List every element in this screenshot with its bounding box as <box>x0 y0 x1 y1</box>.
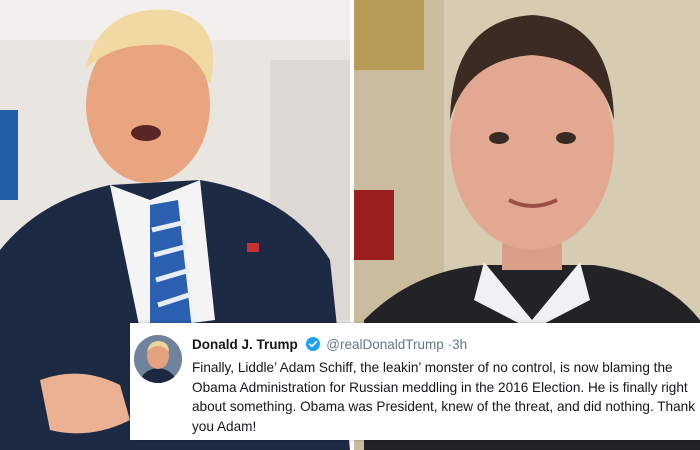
verified-badge-icon <box>305 337 320 351</box>
tweet-timestamp[interactable]: 3h <box>452 337 467 352</box>
tweet-header: Donald J. Trump @realDonaldTrump ·3h <box>192 335 692 355</box>
author-name[interactable]: Donald J. Trump <box>192 337 298 352</box>
author-avatar[interactable] <box>134 335 182 383</box>
author-handle[interactable]: @realDonaldTrump <box>326 337 444 352</box>
tweet-text: Finally, Liddle’ Adam Schiff, the leakin… <box>192 360 696 434</box>
tweet-card: Donald J. Trump @realDonaldTrump ·3h Fin… <box>130 323 700 440</box>
